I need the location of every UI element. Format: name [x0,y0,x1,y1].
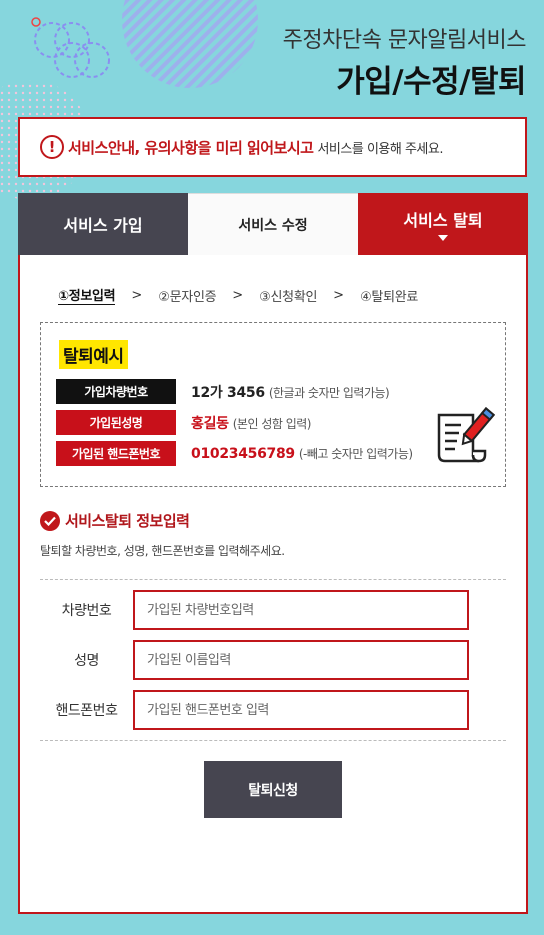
section-title: 서비스탈퇴 정보입력 [40,510,190,531]
example-value-text: 01023456789 [191,446,295,462]
step-4: ④탈퇴완료 [360,289,419,305]
example-note: (본인 성함 입력) [232,416,312,431]
example-value-text: 12가 3456 [191,384,265,401]
car-number-input[interactable] [133,590,469,630]
tab-edit-label: 서비스 수정 [238,217,308,234]
notice-rest-text: 서비스를 이용해 주세요. [317,141,443,157]
tab-quit-label: 서비스 탈퇴 [403,211,483,230]
tab-join-label: 서비스 가입 [63,216,143,235]
exclamation-icon: ! [40,135,64,159]
divider [40,740,506,741]
example-value: 12가 3456 (한글과 숫자만 입력가능) [191,382,390,402]
example-label: 가입된성명 [56,410,176,435]
page-title: 가입/수정/탈퇴 [336,64,526,100]
header-subtitle: 주정차단속 문자알림서비스 [282,28,527,53]
chevron-right-icon: > [333,287,345,303]
tab-join[interactable]: 서비스 가입 [18,193,188,255]
car-number-row: 차량번호 [40,590,506,630]
step-3: ③신청확인 [259,289,318,305]
divider [40,579,506,580]
example-label: 가입된 핸드폰번호 [56,441,176,466]
example-value: 01023456789 (-빼고 숫자만 입력가능) [191,445,413,462]
example-box: 탈퇴예시 가입차량번호 12가 3456 (한글과 숫자만 입력가능) 가입된성명… [40,322,506,487]
notice-strong-text: 서비스안내, 유의사항을 미리 읽어보시고 [68,138,314,157]
name-input[interactable] [133,640,469,680]
tab-bar: 서비스 가입 서비스 수정 서비스 탈퇴 [18,193,528,255]
example-note: (-빼고 숫자만 입력가능) [298,447,413,461]
example-note: (한글과 숫자만 입력가능) [268,385,390,400]
step-indicator: ①정보입력 > ②문자인증 > ③신청확인 > ④탈퇴완료 [58,285,418,305]
step-1: ①정보입력 [58,285,116,305]
example-value-text: 홍길동 [191,415,229,432]
car-number-label: 차량번호 [61,603,112,619]
tab-quit[interactable]: 서비스 탈퇴 [358,193,528,255]
withdraw-submit-button[interactable]: 탈퇴신청 [204,761,342,818]
section-title-text: 서비스탈퇴 정보입력 [65,512,190,530]
example-title: 탈퇴예시 [59,340,128,369]
name-row: 성명 [40,640,506,680]
example-row-car: 가입차량번호 12가 3456 (한글과 숫자만 입력가능) [56,379,390,404]
step-2: ②문자인증 [158,289,217,305]
example-row-name: 가입된성명 홍길동 (본인 성함 입력) [56,410,311,435]
example-label: 가입차량번호 [56,379,176,404]
phone-row: 핸드폰번호 [40,690,506,730]
section-description: 탈퇴할 차량번호, 성명, 핸드폰번호를 입력해주세요. [40,544,285,558]
phone-input[interactable] [133,690,469,730]
chevron-right-icon: > [131,287,143,303]
notice-banner: ! 서비스안내, 유의사항을 미리 읽어보시고 서비스를 이용해 주세요. [18,117,527,177]
phone-label: 핸드폰번호 [55,703,118,719]
document-pen-icon [437,407,495,463]
caret-down-icon [438,235,448,241]
example-value: 홍길동 (본인 성함 입력) [191,413,311,433]
name-label: 성명 [74,653,99,669]
chevron-right-icon: > [232,287,244,303]
example-row-phone: 가입된 핸드폰번호 01023456789 (-빼고 숫자만 입력가능) [56,441,413,466]
tab-edit[interactable]: 서비스 수정 [188,193,358,255]
check-circle-icon [40,510,60,531]
